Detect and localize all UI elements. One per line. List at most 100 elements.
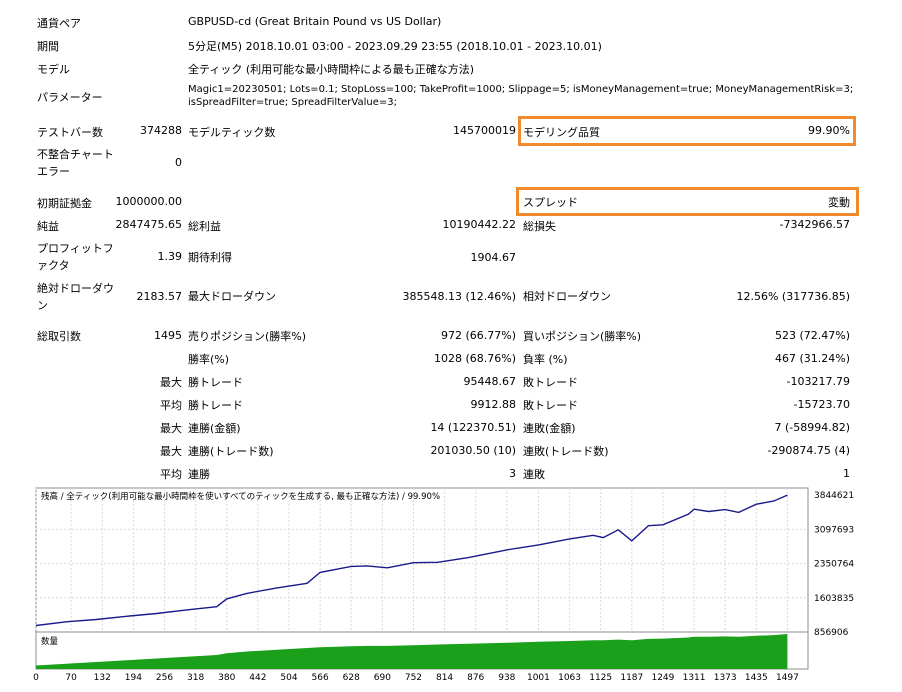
x-tick-label: 194: [125, 673, 142, 683]
initial-deposit-value: 1000000.00: [115, 195, 182, 208]
short-positions-label: 売りポジション(勝率%): [188, 330, 307, 343]
x-tick-label: 504: [280, 673, 297, 683]
x-tick-label: 1063: [558, 673, 581, 683]
x-tick-label: 1311: [683, 673, 706, 683]
max-label-1: 最大: [160, 376, 182, 389]
test-bars-value: 374288: [140, 124, 182, 137]
short-positions-value: 972 (66.77%): [440, 329, 516, 342]
x-tick-label: 938: [498, 673, 515, 683]
params-line-1: Magic1=20230501; Lots=0.1; StopLoss=100;…: [188, 84, 854, 95]
x-tick-label: 380: [218, 673, 235, 683]
profit-factor-label-line-2: ァクタ: [37, 259, 70, 272]
currency-value: GBPUSD-cd (Great Britain Pound vs US Dol…: [188, 15, 442, 28]
y-tick-label: 3844621: [814, 491, 854, 501]
x-tick-label: 1125: [589, 673, 612, 683]
gross-loss-value: -7342966.57: [779, 218, 850, 231]
gross-profit-label: 総利益: [188, 220, 221, 233]
y-tick-label: 3097693: [814, 525, 854, 535]
lot-panel-label: 数量: [41, 636, 59, 647]
avg-loss-trade-value: -15723.70: [793, 398, 850, 411]
max-label-3: 最大: [160, 445, 182, 458]
gross-profit-value: 10190442.22: [442, 218, 516, 231]
model-label: モデル: [37, 63, 70, 76]
avg-loss-trade-label: 敗トレード: [523, 399, 578, 412]
model-ticks-value: 145700019: [453, 124, 516, 137]
x-tick-label: 0: [33, 673, 39, 683]
avg-label-1: 平均: [160, 399, 182, 412]
abs-drawdown-label-line-2: ン: [37, 299, 48, 312]
max-win-trade-value: 95448.67: [463, 375, 517, 388]
consec-win-amount-label: 連勝(金額): [188, 422, 241, 435]
x-tick-label: 690: [374, 673, 391, 683]
consec-loss-count-value: -290874.75 (4): [767, 444, 850, 457]
gross-loss-label: 総損失: [523, 220, 556, 233]
expected-payoff-value: 1904.67: [470, 251, 517, 264]
loss-rate-label: 負率 (%): [523, 353, 568, 366]
avg-consec-loss-label: 連敗: [523, 468, 545, 481]
max-loss-trade-label: 敗トレード: [523, 376, 578, 389]
test-bars-label: テストバー数: [37, 126, 103, 139]
avg-win-trade-value: 9912.88: [470, 398, 517, 411]
win-rate-value: 1028 (68.76%): [433, 352, 516, 365]
long-positions-value: 523 (72.47%): [774, 329, 850, 342]
avg-label-2: 平均: [160, 468, 182, 481]
max-drawdown-value: 385548.13 (12.46%): [402, 290, 516, 303]
net-profit-value: 2847475.65: [115, 218, 182, 231]
x-tick-label: 70: [65, 673, 77, 683]
x-tick-label: 318: [187, 673, 204, 683]
avg-consec-win-value: 3: [509, 467, 516, 480]
consec-win-count-label: 連勝(トレード数): [188, 445, 274, 458]
balance-chart: 残高 / 全ティック(利用可能な最小時間枠を使いすべてのティックを生成する, 最…: [33, 487, 854, 683]
x-tick-label: 1373: [714, 673, 737, 683]
period-value: 5分足(M5) 2018.10.01 03:00 - 2023.09.29 23…: [188, 40, 602, 53]
x-tick-label: 752: [405, 673, 422, 683]
model-value: 全ティック (利用可能な最小時間枠による最も正確な方法): [188, 63, 475, 76]
max-label-2: 最大: [160, 422, 182, 435]
initial-deposit-label: 初期証拠金: [37, 197, 92, 210]
loss-rate-value: 467 (31.24%): [774, 352, 850, 365]
period-label: 期間: [37, 40, 59, 53]
y-tick-label: 1603835: [814, 594, 854, 604]
x-tick-label: 1187: [620, 673, 643, 683]
x-tick-label: 256: [156, 673, 173, 683]
spread-label: スプレッド: [523, 196, 578, 209]
x-tick-label: 1001: [527, 673, 550, 683]
max-win-trade-label: 勝トレード: [188, 376, 243, 389]
consec-loss-count-label: 連敗(トレード数): [523, 445, 609, 458]
x-tick-label: 566: [312, 673, 329, 683]
consec-loss-amount-value: 7 (-58994.82): [774, 421, 850, 434]
consec-loss-amount-label: 連敗(金額): [523, 422, 576, 435]
balance-panel: [35, 487, 809, 633]
x-tick-label: 1497: [776, 673, 799, 683]
expected-payoff-label: 期待利得: [188, 251, 232, 264]
y-tick-label: 2350764: [814, 560, 854, 570]
avg-win-trade-label: 勝トレード: [188, 399, 243, 412]
win-rate-label: 勝率(%): [188, 353, 230, 366]
total-trades-label: 総取引数: [37, 330, 81, 343]
params-label: パラメーター: [37, 91, 103, 104]
mismatch-label-line-2: エラー: [37, 165, 70, 178]
max-loss-trade-value: -103217.79: [786, 375, 850, 388]
avg-consec-win-label: 連勝: [188, 468, 210, 481]
x-tick-label: 628: [343, 673, 360, 683]
net-profit-label: 純益: [37, 220, 59, 233]
x-tick-label: 1249: [651, 673, 674, 683]
profit-factor-value: 1.39: [157, 250, 183, 263]
abs-drawdown-value: 2183.57: [136, 290, 183, 303]
params-line-2: isSpreadFilter=true; SpreadFilterValue=3…: [188, 97, 397, 108]
max-drawdown-label: 最大ドローダウン: [188, 290, 276, 303]
x-tick-label: 442: [249, 673, 266, 683]
avg-consec-loss-value: 1: [843, 467, 850, 480]
spread-value: 変動: [828, 196, 850, 209]
model-ticks-label: モデルティック数: [188, 126, 276, 139]
consec-win-amount-value: 14 (122370.51): [430, 421, 516, 434]
modeling-quality-label: モデリング品質: [523, 126, 600, 139]
currency-label: 通貨ペア: [37, 17, 81, 30]
x-tick-label: 1435: [745, 673, 768, 683]
rel-drawdown-label: 相対ドローダウン: [523, 290, 611, 303]
chart-title: 残高 / 全ティック(利用可能な最小時間枠を使いすべてのティックを生成する, 最…: [41, 491, 440, 502]
mismatch-value: 0: [175, 156, 182, 169]
long-positions-label: 買いポジション(勝率%): [523, 330, 642, 343]
x-tick-label: 814: [436, 673, 453, 683]
rel-drawdown-value: 12.56% (317736.85): [736, 290, 850, 303]
